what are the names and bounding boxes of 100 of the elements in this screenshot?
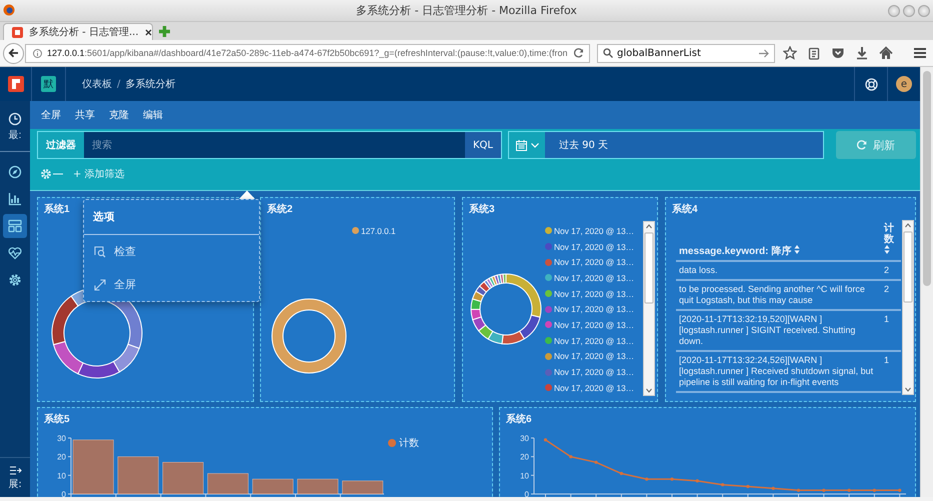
bar[interactable] bbox=[252, 478, 294, 494]
y-axis-label: 10 bbox=[520, 471, 529, 480]
sidebar-item[interactable] bbox=[3, 214, 27, 238]
back-button[interactable] bbox=[3, 42, 24, 64]
y-axis-label: 0 bbox=[524, 490, 529, 497]
menu-item[interactable]: 全屏 bbox=[84, 268, 259, 301]
address-field[interactable]: 127.0.0.1:5601/app/kibana#/dashboard/41e72a50-289c-11eb-a474-67f2b50bc691?_g=(refreshInterval:(pause:!t,value:0),time:(fron bbox=[25, 44, 590, 62]
panel-title: 系统5 bbox=[44, 412, 70, 426]
legend-label: Nov 17, 2020 @ 13… bbox=[554, 257, 634, 268]
menu-icon[interactable] bbox=[913, 46, 927, 60]
space-badge[interactable]: 默 bbox=[41, 76, 56, 92]
calendar-icon bbox=[516, 140, 526, 150]
column-header[interactable]: 计数 bbox=[884, 223, 894, 245]
help-icon[interactable] bbox=[864, 78, 878, 90]
close-icon[interactable] bbox=[144, 28, 152, 36]
back-arrow-icon bbox=[8, 48, 19, 58]
y-axis-label: 0 bbox=[62, 490, 66, 497]
menu-link[interactable]: 克隆 bbox=[109, 108, 129, 122]
search-input[interactable]: globalBannerList bbox=[617, 48, 755, 58]
firefox-logo-icon bbox=[3, 4, 15, 16]
bar[interactable] bbox=[297, 478, 338, 494]
panel-title: 系统6 bbox=[506, 412, 532, 426]
sort-icon[interactable] bbox=[884, 245, 890, 254]
bar[interactable] bbox=[118, 456, 159, 494]
refresh-icon bbox=[857, 140, 867, 150]
data-point[interactable] bbox=[670, 478, 674, 481]
new-tab-plus-icon[interactable] bbox=[158, 25, 171, 38]
clipboard-icon[interactable] bbox=[807, 46, 821, 60]
data-point[interactable] bbox=[721, 483, 724, 486]
data-point[interactable] bbox=[620, 472, 623, 476]
menu-link[interactable]: 全屏 bbox=[41, 108, 61, 122]
menu-link[interactable]: 编辑 bbox=[143, 108, 163, 122]
download-icon[interactable] bbox=[855, 46, 869, 60]
legend-label: Nov 17, 2020 @ 13… bbox=[554, 382, 634, 393]
minimize-button[interactable] bbox=[888, 4, 900, 16]
breadcrumb-link[interactable]: 仪表板 bbox=[82, 77, 112, 91]
data-point[interactable] bbox=[898, 488, 902, 492]
legend-label: Nov 17, 2020 @ 13… bbox=[554, 288, 634, 299]
kibana-logo-icon[interactable] bbox=[8, 76, 24, 92]
breadcrumb-current: 多系统分析 bbox=[125, 78, 176, 91]
close-button[interactable] bbox=[918, 4, 930, 16]
bar[interactable] bbox=[162, 462, 204, 494]
data-point[interactable] bbox=[569, 455, 572, 458]
arrow-right-icon[interactable] bbox=[759, 48, 769, 58]
menu-title: 选项 bbox=[84, 200, 259, 235]
clock-icon bbox=[8, 112, 22, 126]
pocket-icon[interactable] bbox=[831, 46, 845, 60]
data-point[interactable] bbox=[594, 460, 598, 464]
maximize-button[interactable] bbox=[903, 4, 915, 16]
legend-label: Nov 17, 2020 @ 13… bbox=[554, 304, 634, 314]
table-cell: [2020-11-17T13:32:24,526][WARN ][logstash.runner ] Received shutdown signal, but pipeline is still waiting for in-flight events bbox=[676, 351, 882, 392]
table-cell: [2020-11-17T13:32:19,520][WARN ][logstash.runner ] SIGINT received. Shutting down. bbox=[676, 310, 882, 351]
bar[interactable] bbox=[342, 480, 384, 494]
data-point[interactable] bbox=[645, 478, 648, 481]
panel-title: 系统3 bbox=[469, 202, 495, 216]
data-point[interactable] bbox=[848, 488, 851, 492]
browser-tab[interactable]: 多系统分析 - 日志管理... bbox=[3, 23, 153, 40]
panel-title: 系统2 bbox=[267, 202, 293, 216]
data-point[interactable] bbox=[696, 479, 699, 482]
bar-chart-icon bbox=[8, 192, 22, 206]
legend-label: Nov 17, 2020 @ 13… bbox=[554, 226, 634, 236]
legend-label: Nov 17, 2020 @ 13… bbox=[554, 272, 634, 283]
search-icon bbox=[603, 48, 613, 58]
time-range-button[interactable]: 过去 90 天 bbox=[545, 132, 823, 158]
gear-menu-icon[interactable] bbox=[40, 168, 64, 180]
y-axis-label: 10 bbox=[57, 471, 66, 480]
y-axis-label: 30 bbox=[57, 434, 66, 443]
data-point[interactable] bbox=[746, 484, 750, 488]
panel-title: 系统1 bbox=[44, 202, 70, 216]
expand-icon bbox=[94, 278, 106, 290]
breadcrumb-separator: / bbox=[117, 78, 120, 90]
user-avatar[interactable]: e bbox=[896, 76, 912, 92]
home-icon[interactable] bbox=[879, 46, 893, 60]
collapse-arrow-icon bbox=[8, 466, 22, 475]
y-axis-label: 20 bbox=[520, 452, 529, 462]
search-field[interactable]: globalBannerList bbox=[597, 44, 775, 62]
bar[interactable] bbox=[207, 473, 248, 494]
legend-label: 计数 bbox=[399, 436, 419, 450]
reload-icon[interactable] bbox=[574, 48, 584, 58]
legend-label: Nov 17, 2020 @ 13… bbox=[554, 336, 634, 346]
menu-item[interactable]: 检查 bbox=[84, 235, 259, 268]
column-header[interactable]: message.keyword: 降序 bbox=[679, 246, 792, 257]
y-axis-label: 20 bbox=[57, 452, 66, 462]
legend-label: Nov 17, 2020 @ 13… bbox=[554, 367, 634, 378]
data-point[interactable] bbox=[822, 488, 826, 492]
data-point[interactable] bbox=[772, 486, 775, 490]
data-point[interactable] bbox=[544, 438, 548, 442]
inspect-icon bbox=[94, 246, 106, 258]
info-icon bbox=[33, 48, 42, 58]
compass-icon bbox=[8, 164, 22, 178]
data-point[interactable] bbox=[796, 488, 800, 492]
heartbeat-icon bbox=[8, 246, 22, 260]
bar[interactable] bbox=[72, 440, 114, 494]
menu-link[interactable]: 共享 bbox=[75, 108, 95, 122]
sort-icon[interactable] bbox=[794, 245, 800, 254]
data-point[interactable] bbox=[872, 488, 876, 492]
legend-label: 127.0.0.1 bbox=[361, 226, 396, 236]
star-icon[interactable] bbox=[783, 46, 797, 60]
chevron-down-icon bbox=[530, 142, 538, 148]
sidebar-item[interactable]: 最: bbox=[3, 109, 27, 145]
